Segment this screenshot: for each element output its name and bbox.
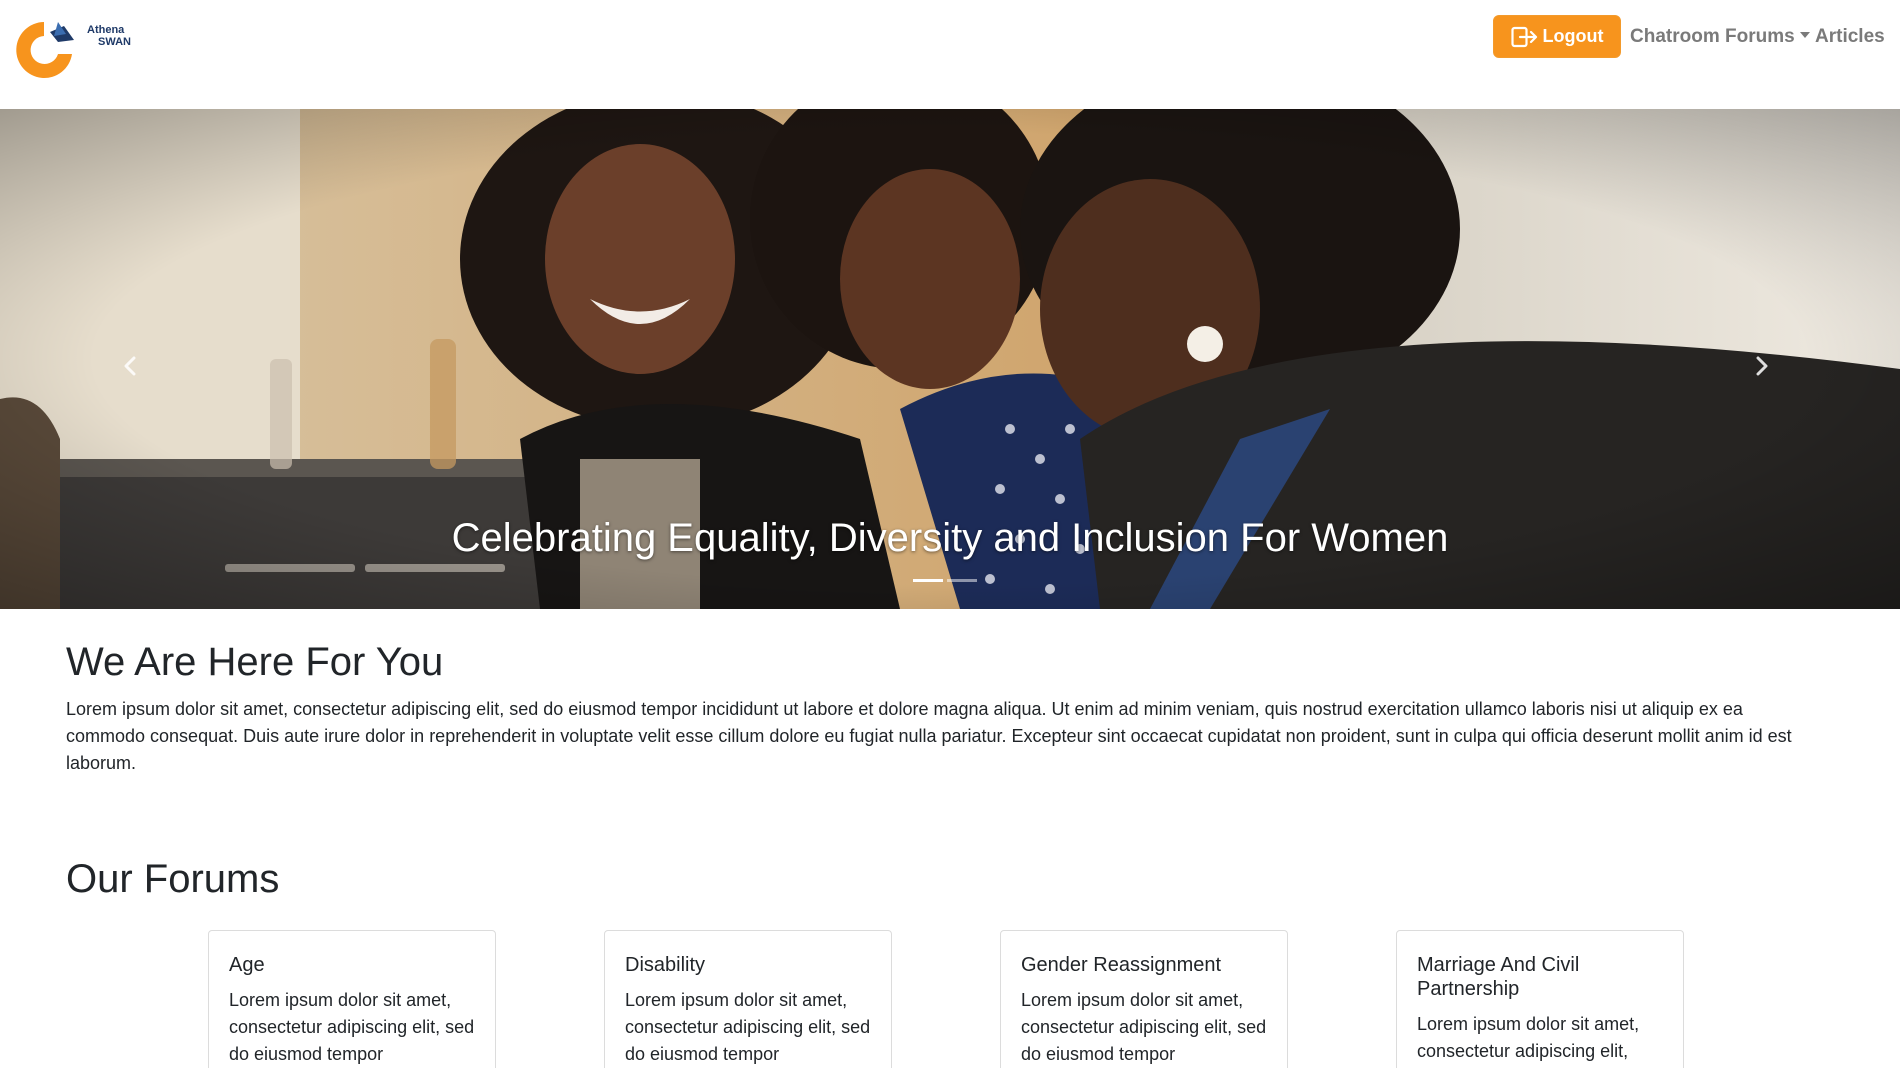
nav-chatroom-forums-label: Chatroom Forums bbox=[1630, 26, 1795, 47]
chevron-left-icon bbox=[124, 356, 136, 376]
intro-title: We Are Here For You bbox=[66, 640, 444, 684]
forum-card-text: Lorem ipsum dolor sit amet, consectetur … bbox=[625, 990, 871, 1064]
chevron-right-icon bbox=[1756, 356, 1768, 376]
forum-card-age[interactable]: Age Lorem ipsum dolor sit amet, consecte… bbox=[208, 930, 496, 1068]
intro-text: Lorem ipsum dolor sit amet, consectetur … bbox=[66, 699, 1792, 773]
athena-swan-logo[interactable]: Athena SWAN bbox=[14, 18, 131, 82]
carousel-indicator-2[interactable] bbox=[947, 579, 977, 582]
logo-ring-icon bbox=[16, 22, 74, 78]
nav-articles-label: Articles bbox=[1815, 26, 1885, 47]
forums-title: Our Forums bbox=[66, 857, 280, 901]
forum-card-title: Disability bbox=[625, 954, 706, 976]
logo-line-2: SWAN bbox=[98, 36, 131, 48]
carousel-prev-button[interactable] bbox=[110, 346, 150, 386]
logo-line-1: Athena bbox=[87, 24, 125, 36]
nav-articles-link[interactable]: Articles bbox=[1815, 26, 1885, 48]
logout-icon bbox=[1510, 26, 1537, 47]
forum-card-title: Marriage And Civil Partnership bbox=[1417, 954, 1580, 1000]
forum-card-gender-reassignment[interactable]: Gender Reassignment Lorem ipsum dolor si… bbox=[1000, 930, 1288, 1068]
logout-label: Logout bbox=[1542, 26, 1604, 46]
logout-button[interactable]: Logout bbox=[1493, 15, 1621, 58]
forum-card-text: Lorem ipsum dolor sit amet, consectetur … bbox=[1417, 1014, 1640, 1061]
carousel-indicators bbox=[913, 579, 977, 582]
carousel-next-button[interactable] bbox=[1742, 346, 1782, 386]
carousel-indicator-1[interactable] bbox=[913, 579, 943, 582]
forum-card-disability[interactable]: Disability Lorem ipsum dolor sit amet, c… bbox=[604, 930, 892, 1068]
logo-wordmark: Athena SWAN bbox=[87, 24, 131, 48]
forum-card-text: Lorem ipsum dolor sit amet, consectetur … bbox=[229, 990, 475, 1064]
forum-card-text: Lorem ipsum dolor sit amet, consectetur … bbox=[1021, 990, 1267, 1064]
navbar: Athena SWAN Logout Chatroom Forums Artic… bbox=[0, 0, 1900, 109]
forum-card-title: Gender Reassignment bbox=[1021, 954, 1222, 976]
forum-card-title: Age bbox=[229, 954, 265, 976]
forum-card-marriage-civil-partnership[interactable]: Marriage And Civil Partnership Lorem ips… bbox=[1396, 930, 1684, 1068]
carousel-caption: Celebrating Equality, Diversity and Incl… bbox=[451, 516, 1449, 560]
caret-down-icon bbox=[1799, 32, 1810, 38]
hero-carousel: Celebrating Equality, Diversity and Incl… bbox=[0, 109, 1900, 609]
nav-chatroom-forums-dropdown[interactable]: Chatroom Forums bbox=[1630, 26, 1810, 48]
